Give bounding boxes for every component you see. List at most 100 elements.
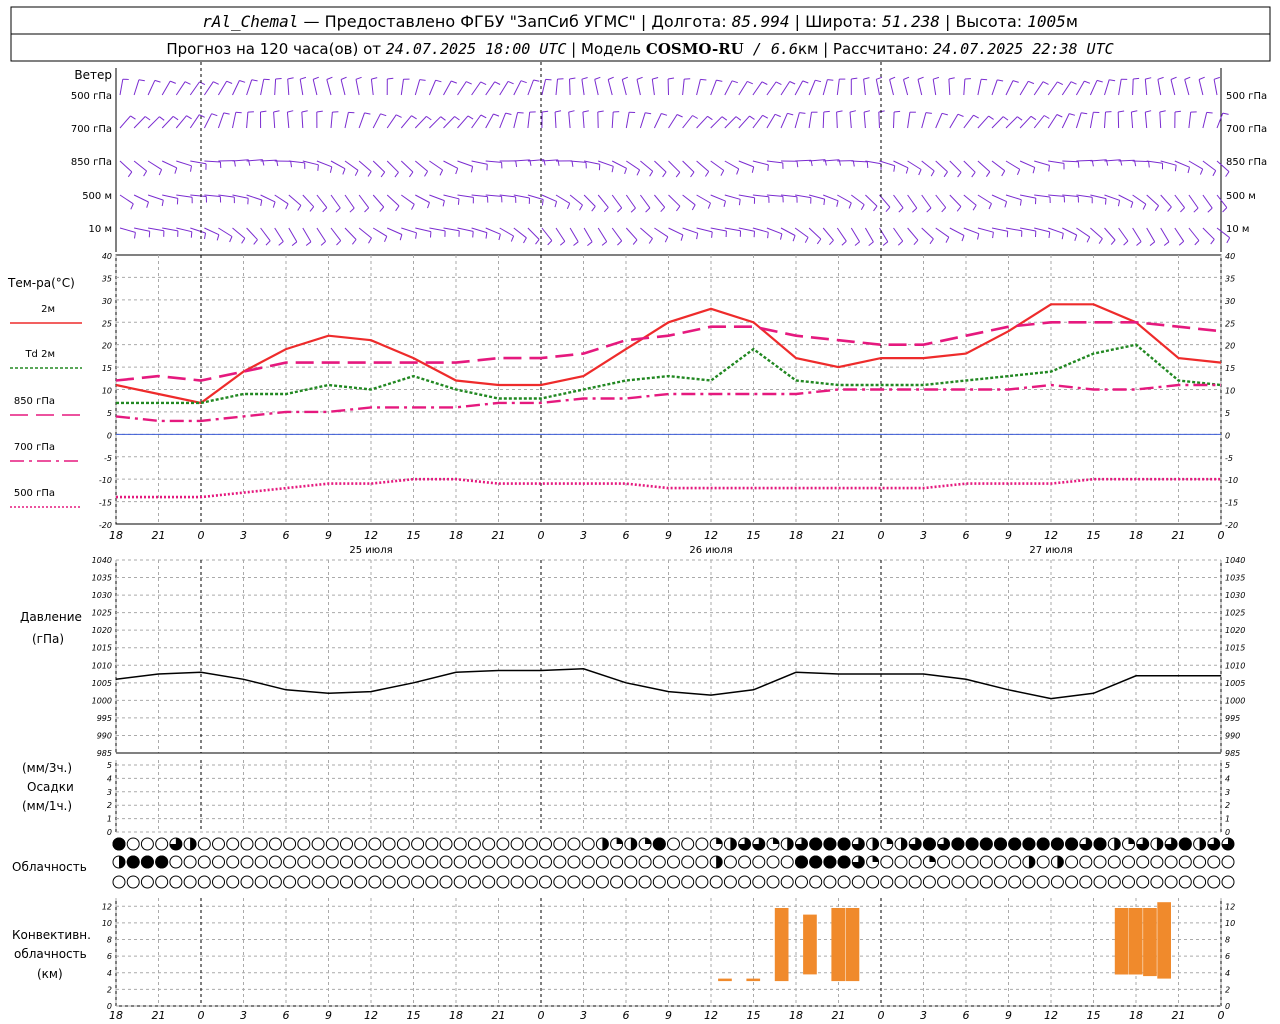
wind-barb-flag [186,115,192,120]
wind-barb [917,79,923,96]
wind-barb-flag [349,207,355,213]
conv-ytick-right: 10 [1225,919,1235,928]
pressure-unit: (гПа) [32,632,64,646]
cloud-circle [1150,875,1164,889]
wind-barb [1076,194,1093,198]
cloud-fill-full [112,837,126,851]
wind-barb [401,227,417,234]
wind-barb-flag [1178,240,1185,246]
cloud-circle [396,855,410,869]
wind-barb-flag [1210,238,1215,245]
wind-barb-flag [326,76,333,80]
wind-level-label-left: 850 гПа [71,157,112,168]
cloud-circle [212,855,225,869]
wind-barb [1020,227,1036,232]
cloud-circle [1136,875,1150,889]
wind-barb-flag [691,204,696,211]
conv-ytick-right: 12 [1225,902,1235,911]
wind-barb [414,79,421,96]
wind-barb [344,194,355,209]
hour-label-top: 21 [1172,529,1186,542]
cloud-circle [268,855,282,869]
wind-barb-flag [1002,116,1009,121]
pressure-ytick-left: 985 [97,749,112,758]
wind-barb-flag [720,170,725,176]
temp-ytick-right: 15 [1225,364,1235,373]
wind-barb [554,111,557,129]
cloud-circle [567,837,581,851]
wind-barb-flag [204,232,206,239]
cloud-circle [766,855,780,869]
cloud-circle [979,875,993,889]
wind-barb [541,227,553,241]
wind-barb-flag [384,236,388,242]
wind-barb [1198,79,1204,96]
wind-level-label-right: 700 гПа [1226,124,1267,135]
wind-barb-flag [973,114,979,119]
wind-barb [302,194,315,208]
wind-barb [133,227,150,232]
wind-barb-flag [260,110,267,113]
wind-barb-flag [1030,115,1037,121]
wind-barb [133,194,149,203]
cloud-circle [539,837,552,851]
wind-barb-flag [573,241,579,246]
wind-barb [766,194,783,197]
wind-barb-flag [1004,201,1008,208]
wind-barb [1019,81,1029,96]
wind-barb-flag [144,116,151,121]
cloud-circle [1065,875,1079,889]
wind-barb [176,160,192,167]
hour-label-top: 18 [1129,529,1143,542]
temp-ytick-right: 0 [1225,431,1230,440]
wind-barb [668,194,681,207]
wind-barb-flag [1012,80,1019,83]
wind-barb [218,227,233,237]
cloud-circle [553,875,567,889]
temp-ytick-right: -5 [1225,454,1233,463]
cloud-circle [140,837,154,851]
wind-barb-flag [229,236,233,243]
cloud-circle [1107,855,1121,869]
wind-barb [977,160,991,173]
wind-barb-flag [652,77,659,80]
wind-barb-flag [735,116,742,121]
wind-barb [607,79,613,96]
wind-barb-flag [300,76,307,80]
cloud-circle [709,875,723,889]
wind-barb [1104,227,1116,241]
wind-barb [344,160,359,171]
wind-barb [513,194,530,199]
wind-barb-flag [1213,76,1220,80]
wind-barb-flag [278,241,284,246]
wind-barb-flag [972,204,977,211]
cloud-circle [425,875,439,889]
wind-barb-flag [876,76,883,80]
wind-barb-flag [723,200,726,208]
wind-barb [682,227,698,234]
temp-ytick-left: 10 [102,387,112,396]
cloud-circle [524,855,538,869]
precip-ytick-left: 1 [107,815,112,824]
wind-barb-flag [668,77,675,80]
wind-barb-flag [442,200,445,207]
wind-barb-flag [815,79,822,83]
wind-barb [850,227,861,242]
wind-barb [274,78,277,96]
wind-barb [301,111,304,129]
cloud-circle [1079,875,1093,889]
cloud-circle [325,837,339,851]
hour-label-top: 12 [704,529,718,542]
wind-barb [696,227,713,233]
wind-barb-flag [226,80,233,84]
wind-barb-flag [711,231,713,238]
pressure-ytick-right: 1000 [1225,696,1245,705]
wind-barb-flag [624,168,627,175]
wind-barb-flag [774,113,781,118]
wind-barb [863,79,866,96]
cloud-circle [325,855,339,869]
conv-bar [831,908,846,982]
wind-barb [316,160,332,168]
wind-barb-flag [692,115,698,119]
conv-ytick-left: 4 [107,969,112,978]
